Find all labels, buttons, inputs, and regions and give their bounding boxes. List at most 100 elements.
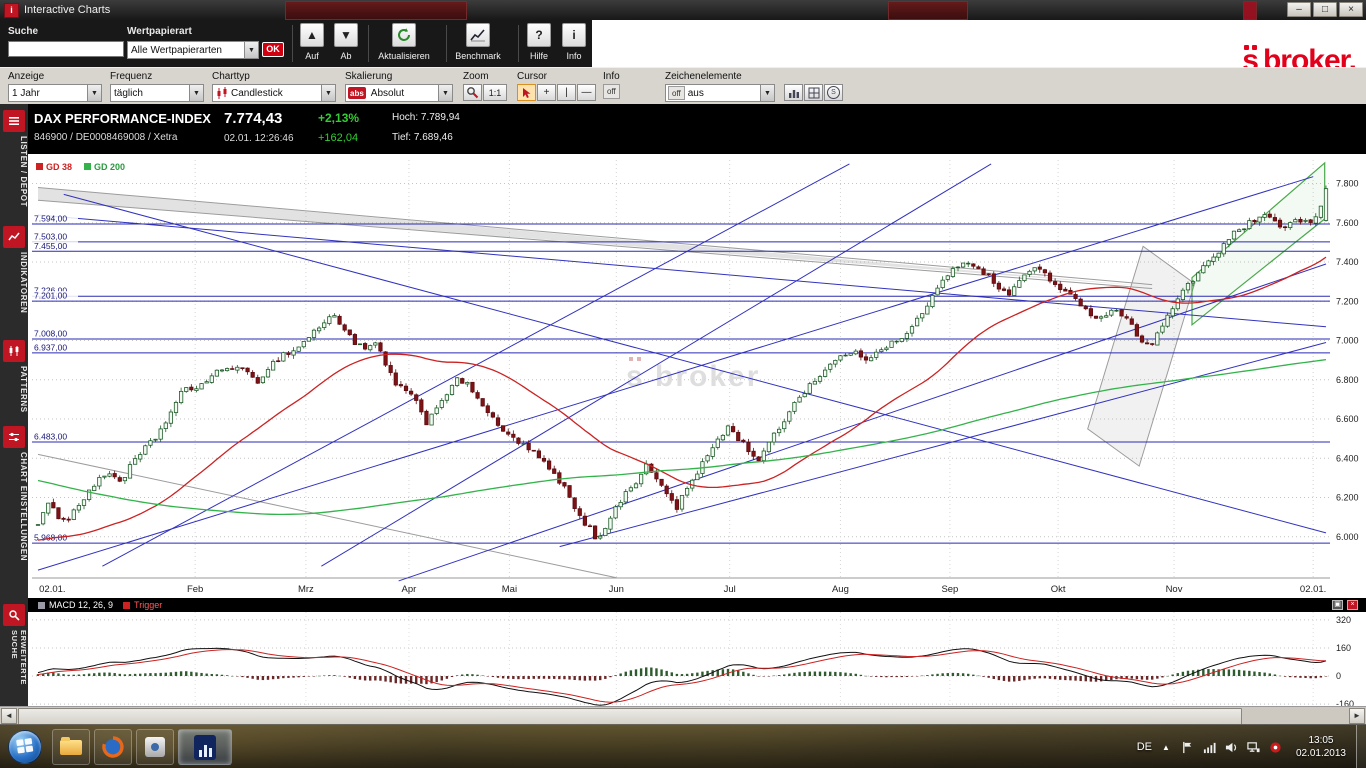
svg-text:6.000: 6.000: [1336, 532, 1359, 542]
windows-flag-icon: [15, 736, 35, 756]
quote-timestamp: 02.01. 12:26:46: [224, 133, 294, 144]
low-row: Tief: 7.689,46: [392, 132, 453, 143]
sidebar-label-indikatoren[interactable]: INDIKATOREN: [0, 252, 28, 340]
frequency-dropdown[interactable]: täglich ▼: [110, 84, 204, 102]
ok-button[interactable]: OK: [262, 42, 284, 57]
maximize-button[interactable]: □: [1313, 2, 1337, 17]
sidebar-item-listen-depot[interactable]: [3, 110, 25, 132]
display-value: 1 Jahr: [9, 88, 87, 99]
sidebar-item-chart-einstellungen[interactable]: [3, 426, 25, 448]
display-label: Anzeige: [8, 71, 44, 82]
chevron-down-icon[interactable]: ▼: [189, 85, 203, 101]
sidebar-item-patterns[interactable]: [3, 340, 25, 362]
taskbar-interactive-charts-button[interactable]: [178, 729, 232, 765]
taskbar-firefox-button[interactable]: [94, 729, 132, 765]
search-input[interactable]: [8, 41, 124, 57]
low-label: Tief:: [392, 132, 411, 143]
arrow-down-icon: ▼: [340, 28, 352, 42]
svg-text:6.400: 6.400: [1336, 453, 1359, 463]
cursor-label: Cursor: [517, 71, 547, 82]
down-button[interactable]: ▼: [334, 23, 358, 47]
svg-text:7.008,00: 7.008,00: [34, 328, 67, 338]
taskbar-messenger-button[interactable]: [136, 729, 174, 765]
macd-expand-icon-button[interactable]: ▣: [1332, 600, 1343, 610]
s-circle-tool-button[interactable]: S: [824, 84, 843, 101]
grid-tool-button[interactable]: [804, 84, 823, 101]
svg-text:6.483,00: 6.483,00: [34, 432, 67, 442]
chevron-down-icon[interactable]: ▼: [321, 85, 335, 101]
background-window-fragment: [285, 1, 467, 20]
macd-chart[interactable]: 3201600-160: [28, 612, 1366, 706]
security-type-dropdown[interactable]: Alle Wertpapierarten ▼: [127, 41, 259, 59]
high-label: Hoch:: [392, 112, 418, 123]
columns-tool-button[interactable]: [784, 84, 803, 101]
close-button[interactable]: ×: [1339, 2, 1363, 17]
cursor-hline-button[interactable]: —: [577, 84, 596, 101]
price-chart[interactable]: 7.8007.6007.4007.2007.0006.8006.6006.400…: [28, 154, 1366, 598]
scaling-label: Skalierung: [345, 71, 392, 82]
zoom-magnifier-button[interactable]: [463, 84, 482, 101]
cursor-arrow-icon: [521, 87, 532, 99]
zoom-ratio-button[interactable]: 1:1: [483, 84, 507, 101]
chevron-down-icon[interactable]: ▼: [438, 85, 452, 101]
refresh-button-label: Aktualisieren: [372, 51, 436, 61]
svg-text:6.600: 6.600: [1336, 414, 1359, 424]
show-desktop-button[interactable]: [1356, 725, 1366, 768]
tray-volume-icon[interactable]: [1224, 739, 1240, 755]
help-button[interactable]: ?: [527, 23, 551, 47]
chevron-down-icon[interactable]: ▼: [87, 85, 101, 101]
refresh-button[interactable]: [392, 23, 416, 47]
frequency-value: täglich: [111, 88, 189, 99]
change-absolute: +162,04: [318, 132, 358, 144]
sidebar-label-chart-einstellungen[interactable]: CHART EINSTELLUNGEN: [0, 452, 28, 602]
svg-text:-160: -160: [1336, 699, 1354, 706]
sidebar-item-erweiterte-suche[interactable]: [3, 604, 25, 626]
horizontal-scrollbar: ◄ ►: [0, 706, 1366, 725]
sidebar-label-listen-depot[interactable]: LISTEN / DEPOT: [0, 136, 28, 226]
tray-security-icon[interactable]: [1268, 739, 1284, 755]
arrow-up-icon: ▲: [306, 28, 318, 42]
sidebar-label-patterns[interactable]: PATTERNS: [0, 366, 28, 422]
system-tray: DE ▲ 13:05 02.01.2013: [1137, 725, 1366, 768]
search-label: Suche: [8, 26, 38, 37]
start-button[interactable]: [8, 730, 42, 764]
line-chart-icon: [470, 27, 486, 43]
svg-text:Jul: Jul: [724, 584, 736, 595]
instrument-price: 7.774,43: [224, 110, 282, 127]
up-button[interactable]: ▲: [300, 23, 324, 47]
cursor-arrow-button[interactable]: [517, 84, 536, 101]
tray-signal-icon[interactable]: [1202, 739, 1218, 755]
taskbar-explorer-button[interactable]: [52, 729, 90, 765]
frequency-label: Frequenz: [110, 71, 152, 82]
language-indicator[interactable]: DE: [1137, 741, 1152, 753]
minimize-button[interactable]: –: [1287, 2, 1311, 17]
chevron-down-icon[interactable]: ▼: [244, 42, 258, 58]
sidebar-item-indikatoren[interactable]: [3, 226, 25, 248]
display-dropdown[interactable]: 1 Jahr ▼: [8, 84, 102, 102]
chevron-down-icon[interactable]: ▼: [760, 85, 774, 101]
benchmark-button[interactable]: [466, 23, 490, 47]
scroll-right-button[interactable]: ►: [1349, 708, 1365, 724]
info-mode-button[interactable]: off: [603, 84, 620, 99]
security-type-label: Wertpapierart: [127, 26, 192, 37]
high-value: 7.789,94: [421, 112, 460, 123]
sidebar-label-erweiterte-suche[interactable]: ERWEITERTE SUCHE: [0, 630, 28, 716]
cursor-vline-button[interactable]: |: [557, 84, 576, 101]
svg-text:7.594,00: 7.594,00: [34, 213, 67, 223]
drawing-elements-dropdown[interactable]: off aus ▼: [665, 84, 775, 102]
scroll-left-button[interactable]: ◄: [1, 708, 17, 724]
background-window-fragment: [1243, 1, 1257, 20]
svg-text:6.937,00: 6.937,00: [34, 342, 67, 352]
cursor-cross-button[interactable]: +: [537, 84, 556, 101]
instrument-id: 846900 / DE0008469008 / Xetra: [34, 132, 177, 143]
charttype-dropdown[interactable]: Candlestick ▼: [212, 84, 336, 102]
macd-close-icon-button[interactable]: ×: [1347, 600, 1358, 610]
svg-text:Mrz: Mrz: [298, 584, 314, 595]
info-button[interactable]: i: [562, 23, 586, 47]
tray-flag-icon[interactable]: [1180, 739, 1196, 755]
tray-expand-button[interactable]: ▲: [1162, 743, 1170, 752]
tray-clock[interactable]: 13:05 02.01.2013: [1296, 734, 1346, 761]
svg-text:6.800: 6.800: [1336, 375, 1359, 385]
tray-network-icon[interactable]: [1246, 739, 1262, 755]
scaling-dropdown[interactable]: abs Absolut ▼: [345, 84, 453, 102]
